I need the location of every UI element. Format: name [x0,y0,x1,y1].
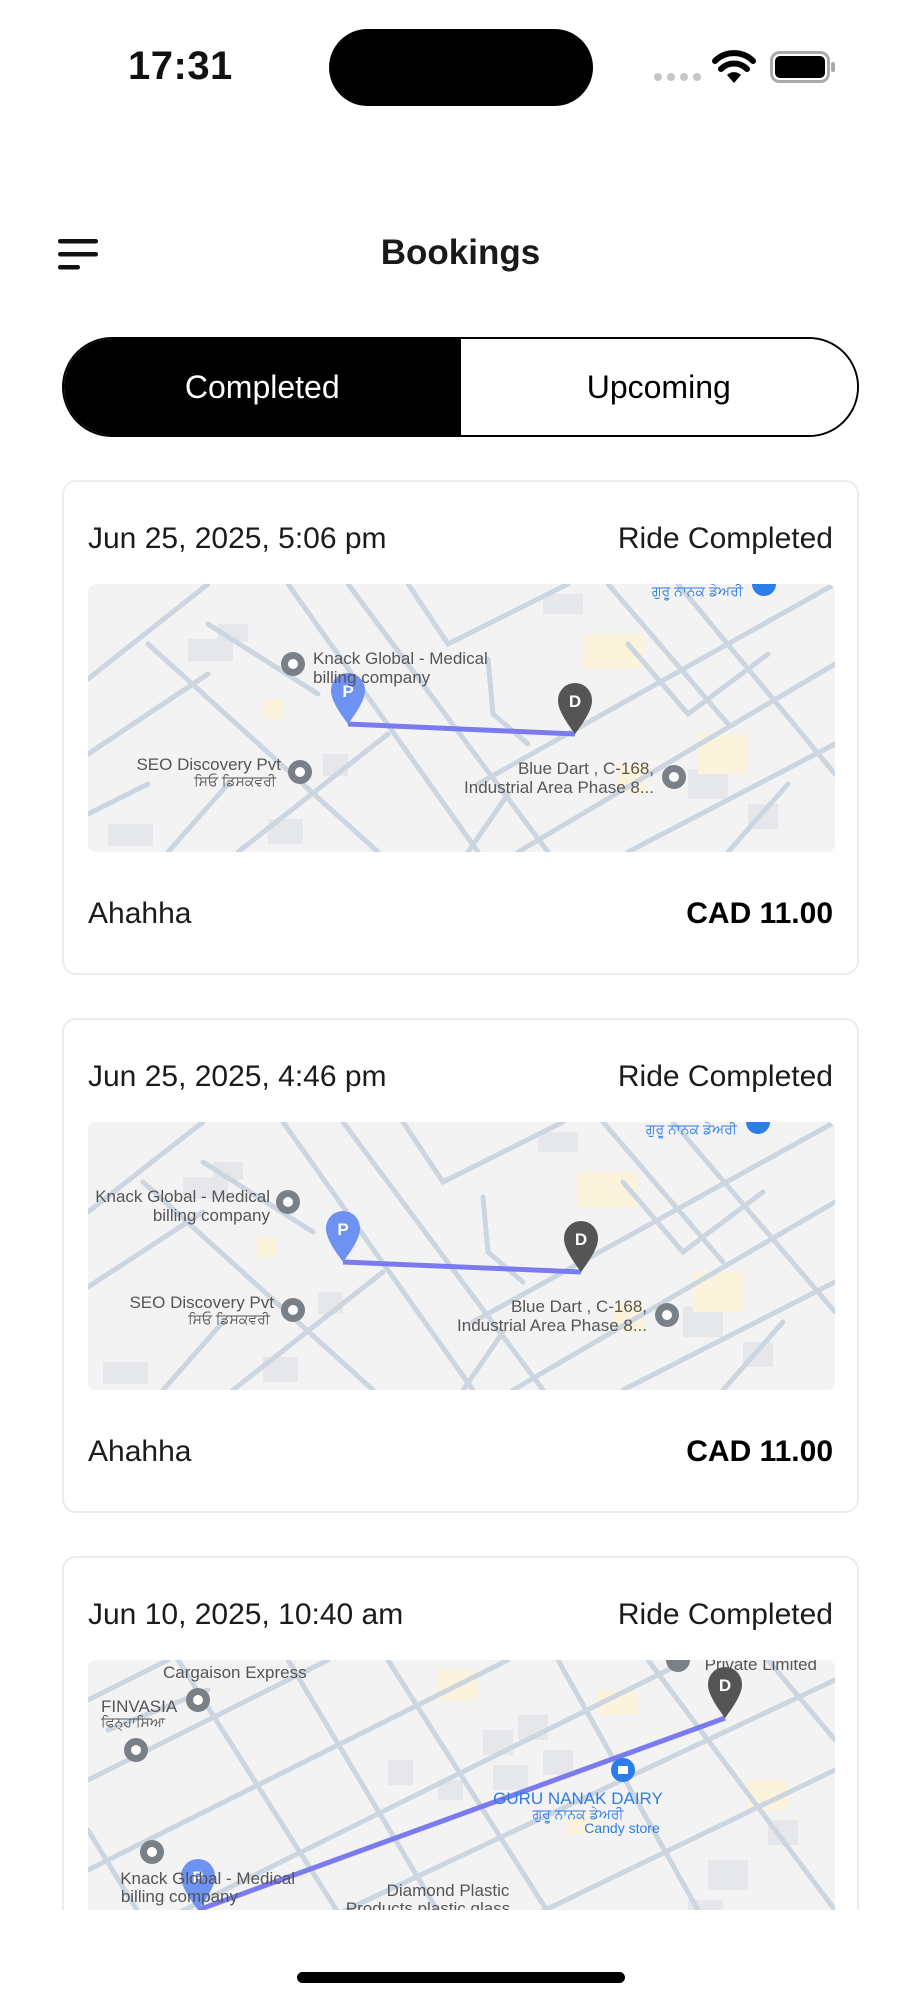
battery-icon [770,51,835,83]
svg-text:billing company: billing company [121,1887,239,1906]
svg-text:Candy store: Candy store [584,1820,660,1836]
status-bar: 17:31 [0,0,921,140]
svg-text:Knack Global - Medical: Knack Global - Medical [120,1869,295,1888]
cellular-signal-icon [654,73,701,81]
home-indicator[interactable] [297,1972,625,1983]
svg-text:D: D [575,1230,587,1249]
booking-tabs: Completed Upcoming [62,337,859,437]
booking-name: Ahahha [88,1435,192,1468]
svg-text:D: D [569,692,581,711]
wifi-icon [712,50,756,83]
route-map[interactable]: P D Knack Global - Medical billing compa… [88,1122,835,1390]
booking-date: Jun 25, 2025, 4:46 pm [88,1060,387,1093]
svg-text:billing company: billing company [313,668,431,687]
svg-text:D: D [719,1676,731,1695]
svg-text:ਸਿਓ ਡਿਸਕਵਰੀ: ਸਿਓ ਡਿਸਕਵਰੀ [187,1311,271,1327]
svg-text:Knack Global - Medical: Knack Global - Medical [313,649,488,668]
tab-upcoming[interactable]: Upcoming [460,339,857,435]
header: Bookings [0,215,921,295]
booking-date: Jun 10, 2025, 10:40 am [88,1598,404,1631]
booking-price: CAD 11.00 [686,897,833,930]
bookings-list[interactable]: Jun 25, 2025, 5:06 pm Ride Completed P D… [62,480,859,1910]
svg-text:Industrial Area Phase 8...: Industrial Area Phase 8... [464,778,654,797]
svg-text:Knack Global - Medical: Knack Global - Medical [95,1187,270,1206]
svg-text:Diamond Plastic: Diamond Plastic [387,1881,510,1900]
booking-status: Ride Completed [617,522,833,555]
svg-text:ਫਿਨ੍ਹਾਸਿਆ: ਫਿਨ੍ਹਾਸਿਆ [100,1714,166,1732]
svg-text:Private Limited: Private Limited [705,1660,817,1674]
booking-status: Ride Completed [617,1060,833,1093]
route-map[interactable]: P D Cargaison Express FINVASIA ਫਿਨ੍ਹਾਸਿਆ… [88,1660,835,1910]
booking-status: Ride Completed [617,1598,833,1631]
page-title: Bookings [380,233,541,272]
svg-text:SEO Discovery Pvt: SEO Discovery Pvt [136,755,281,774]
svg-text:ਸਿਓ ਡਿਸਕਵਰੀ: ਸਿਓ ਡਿਸਕਵਰੀ [193,773,277,789]
svg-text:Cargaison Express: Cargaison Express [163,1663,307,1682]
status-time: 17:31 [128,44,233,88]
svg-text:Products plastic glass: Products plastic glass [346,1899,510,1910]
svg-text:ਗੁਰੂ ਨਾਨਕ ਡੇਅਰੀ: ਗੁਰੂ ਨਾਨਕ ਡੇਅਰੀ [651,584,744,600]
svg-text:Blue Dart , C-168,: Blue Dart , C-168, [518,759,654,778]
booking-card[interactable]: Jun 25, 2025, 4:46 pm Ride Completed P D… [62,1018,859,1513]
svg-text:SEO Discovery Pvt: SEO Discovery Pvt [129,1293,274,1312]
svg-text:Industrial Area Phase 8...: Industrial Area Phase 8... [457,1316,647,1335]
booking-name: Ahahha [88,897,192,930]
svg-text:P: P [337,1220,348,1239]
route-map[interactable]: P D Knack Global - Medical billing compa… [88,584,835,852]
booking-card[interactable]: Jun 25, 2025, 5:06 pm Ride Completed P D… [62,480,859,975]
booking-date: Jun 25, 2025, 5:06 pm [88,522,387,555]
dynamic-island [329,29,593,106]
svg-text:billing company: billing company [153,1206,271,1225]
booking-card[interactable]: Jun 10, 2025, 10:40 am Ride Completed P … [62,1556,859,1910]
tab-completed[interactable]: Completed [64,339,461,435]
svg-text:Blue Dart , C-168,: Blue Dart , C-168, [511,1297,647,1316]
svg-text:ਗੁਰੂ ਨਾਨਕ ਡੇਅਰੀ: ਗੁਰੂ ਨਾਨਕ ਡੇਅਰੀ [645,1122,738,1138]
booking-price: CAD 11.00 [686,1435,833,1468]
